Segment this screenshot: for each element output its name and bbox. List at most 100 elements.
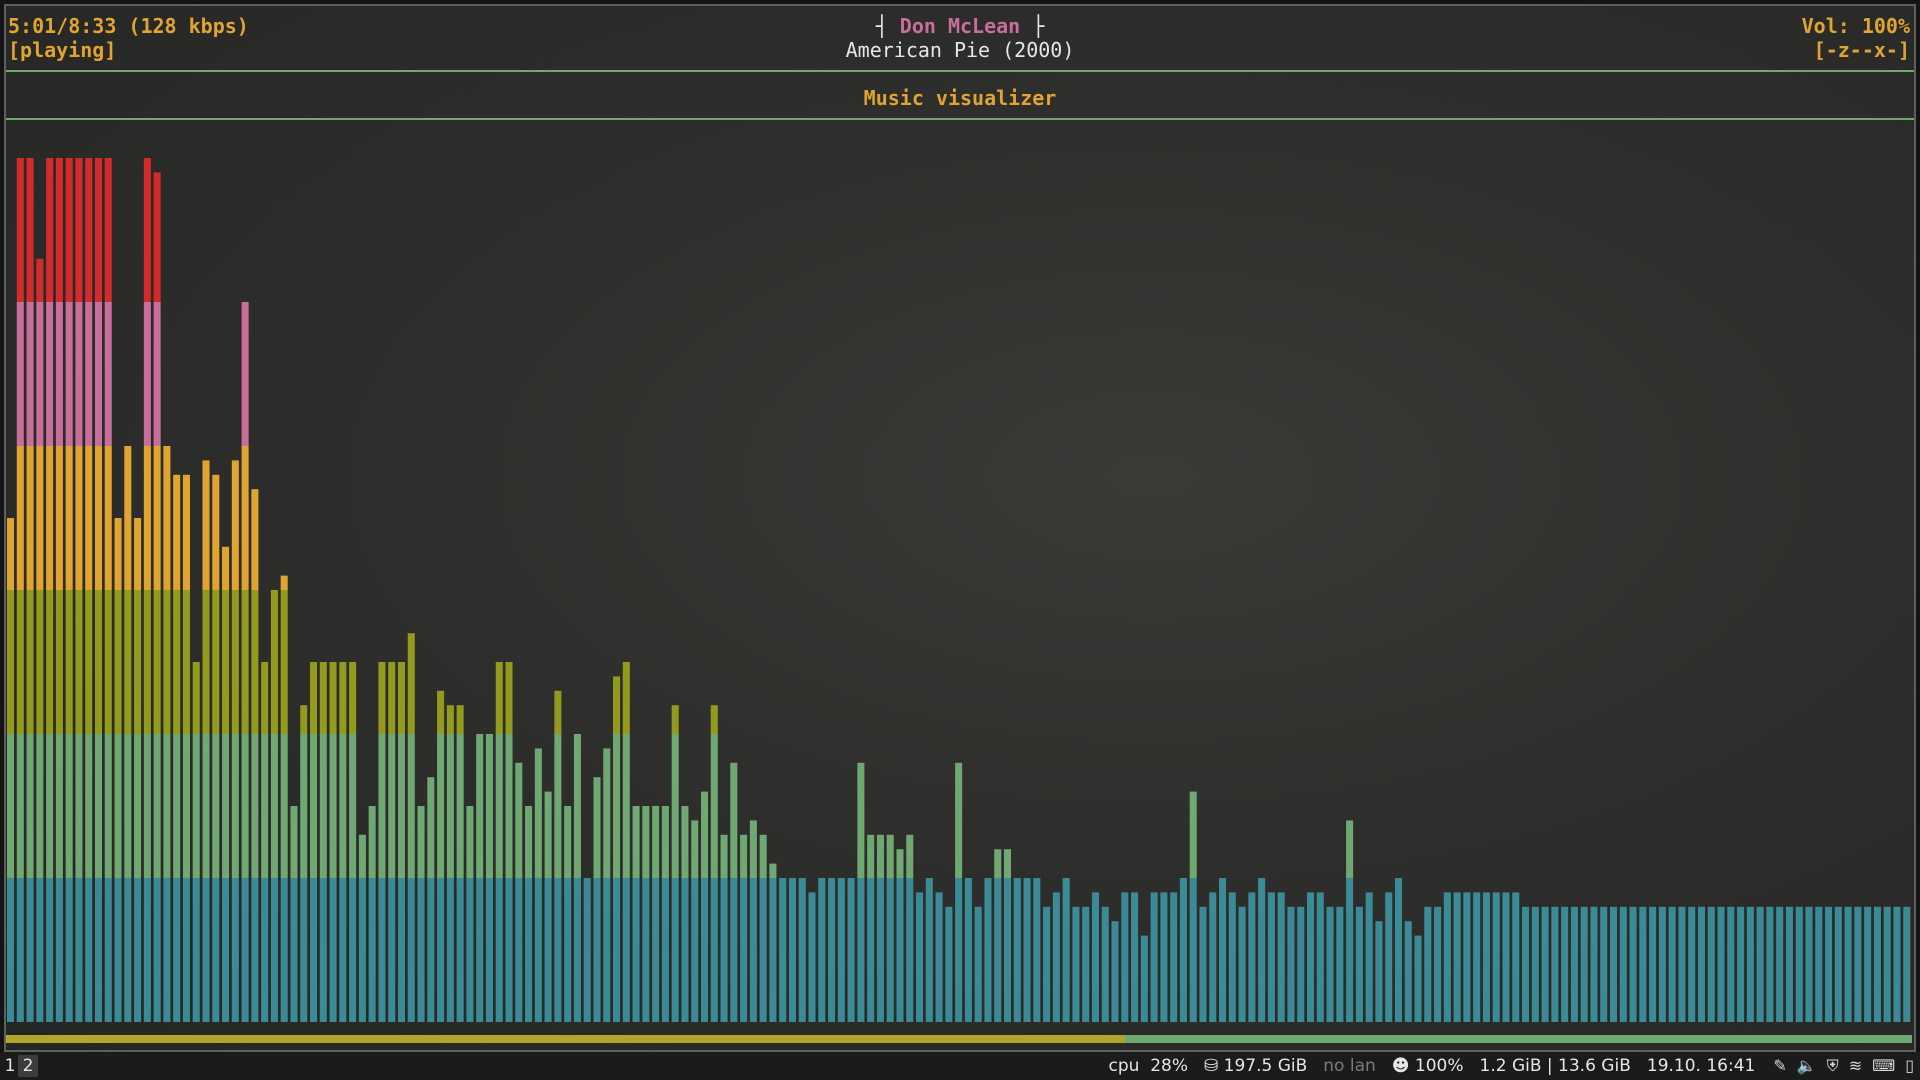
visualizer-bar-segment [231,878,239,1022]
visualizer-bar-segment [212,474,220,590]
visualizer-bar-segment [779,878,787,1022]
visualizer-bar-segment [730,762,738,878]
visualizer-bar-segment [554,734,562,878]
visualizer-bar-segment [700,791,709,878]
visualizer-bar-segment [622,878,630,1022]
visualizer-bar-segment [124,734,132,878]
visualizer-bar-segment [104,878,112,1022]
visualizer-bar-segment [368,878,376,1022]
visualizer-bar-segment [75,446,83,590]
speaker-icon[interactable]: 🔈 [1797,1052,1817,1080]
visualizer-bar-segment [1346,820,1354,878]
visualizer-bar [1072,906,1080,1022]
visualizer-bar [1179,878,1187,1022]
visualizer-bar [544,791,552,1022]
visualizer-bar-segment [1766,906,1774,1022]
visualizer-bar-segment [251,590,259,734]
visualizer-bar [1580,906,1588,1022]
visualizer-bar-segment [261,734,269,878]
visualizer-bar-segment [837,878,845,1022]
visualizer-bar [1590,906,1598,1022]
visualizer-bar-segment [1697,906,1705,1022]
visualizer-bar [231,460,239,1022]
visualizer-bar [280,575,288,1022]
visualizer-bar-segment [1111,921,1119,1022]
visualizer-bar-segment [231,590,239,734]
visualizer-bar-segment [1424,906,1432,1022]
visualizer-bar-segment [231,460,239,590]
visualizer-bar [310,662,318,1022]
visualizer-bar [163,446,171,1022]
visualizer-bar-segment [886,834,894,878]
visualizer-bar-segment [896,849,904,878]
visualizer-bar-segment [652,806,660,878]
visualizer-bar [925,878,933,1022]
visualizer-bar [818,878,826,1022]
visualizer-bar-segment [75,158,83,302]
visualizer-bar-segment [886,878,894,1022]
visualizer-bar-segment [339,734,347,878]
visualizer-bar-segment [1903,906,1911,1022]
visualizer-bar [1140,935,1148,1022]
visualizer-bar-segment [700,878,709,1022]
mouse-icon[interactable]: ▯ [1905,1052,1914,1080]
visualizer-bar [1091,892,1099,1022]
visualizer-bar [1297,906,1305,1022]
visualizer-bar-segment [485,878,493,1022]
visualizer-bar-segment [1277,892,1285,1022]
volume-indicator[interactable]: Vol: 100% [1802,14,1910,38]
visualizer-bar-segment [280,878,288,1022]
visualizer-bar-segment [1825,906,1833,1022]
visualizer-bar-segment [173,878,181,1022]
keyboard-icon[interactable]: ⌨ [1872,1052,1895,1080]
memory-usage: 1.2 GiB | 13.6 GiB [1479,1056,1631,1076]
visualizer-bar-segment [1531,906,1539,1022]
visualizer-bar-segment [310,662,318,734]
visualizer-bar-segment [251,878,259,1022]
visualizer-bar [1678,906,1686,1022]
visualizer-bar [1414,935,1422,1022]
workspace-2[interactable]: 2 [18,1055,38,1077]
visualizer-bar-segment [1834,906,1842,1022]
visualizer-bar-segment [1160,892,1168,1022]
workspace-1[interactable]: 1 [0,1055,20,1077]
visualizer-bar [1258,878,1266,1022]
visualizer-bar [1355,906,1363,1022]
visualizer-bar-segment [55,302,63,446]
visualizer-bar-segment [124,878,132,1022]
visualizer-bar [1805,906,1813,1022]
visualizer-bar [1570,906,1578,1022]
visualizer-bar-segment [1189,791,1197,878]
visualizer-bar-segment [241,590,249,734]
visualizer-bar [1561,906,1569,1022]
visualizer-bar [1883,906,1891,1022]
visualizer-bar-segment [1394,878,1402,1022]
visualizer-bar-segment [1551,906,1559,1022]
visualizer-bar [1160,892,1168,1022]
visualizer-bar-segment [16,158,24,302]
visualizer-bar-segment [1052,892,1060,1022]
paperclip-icon[interactable]: ✎ [1773,1052,1786,1080]
visualizer-bar-segment [446,734,454,878]
visualizer-bar [1394,878,1402,1022]
visualizer-bar-segment [1678,906,1686,1022]
visualizer-bar [788,878,796,1022]
progress-bar[interactable] [6,1035,1912,1043]
shield-icon[interactable]: ⛨ [1827,1052,1839,1080]
visualizer-bar-segment [182,734,190,878]
wifi-icon[interactable]: ≋ [1849,1052,1862,1080]
visualizer-bar-segment [1512,892,1520,1022]
visualizer-bar-segment [1365,892,1373,1022]
visualizer-bar-segment [1179,878,1187,1022]
visualizer-bar-segment [1043,906,1051,1022]
visualizer-bar-segment [1346,878,1354,1022]
visualizer-bar [1199,906,1207,1022]
visualizer-bar [1248,892,1256,1022]
visualizer-bar-segment [613,676,621,734]
visualizer-bar-segment [544,878,552,1022]
visualizer-bar-segment [251,734,259,878]
visualizer-bar-segment [16,446,24,590]
visualizer-bar [1766,906,1774,1022]
disk-free: ⛁ 197.5 GiB [1204,1056,1308,1076]
visualizer-bar [886,834,894,1022]
